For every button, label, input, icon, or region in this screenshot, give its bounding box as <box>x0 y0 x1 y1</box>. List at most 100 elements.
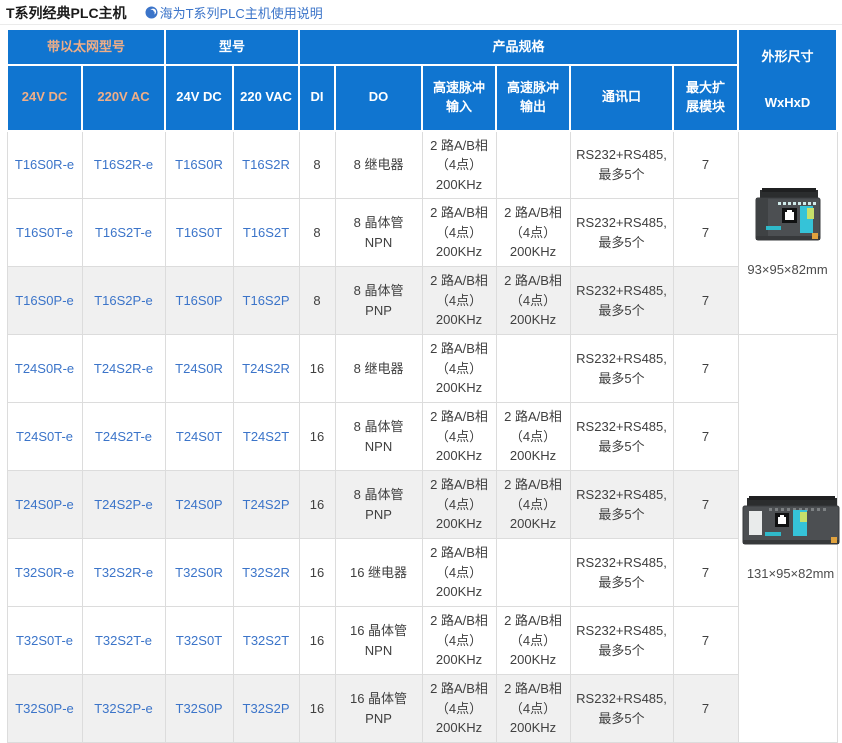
model-24vdc-e-cell: T16S0R-e <box>7 131 82 199</box>
model-link[interactable]: T24S2P-e <box>94 497 153 512</box>
model-link[interactable]: T24S0P <box>176 497 223 512</box>
model-220vac-cell: T32S2T <box>233 607 299 675</box>
hs-pulse-output-cell: 2 路A/B相 （4点） 200KHz <box>496 267 570 335</box>
di-cell: 8 <box>299 199 335 267</box>
model-link[interactable]: T16S2P-e <box>94 293 153 308</box>
model-link[interactable]: T16S0T-e <box>16 225 73 240</box>
col-220vac: 220 VAC <box>233 65 299 131</box>
model-24vdc-e-cell: T16S0P-e <box>7 267 82 335</box>
model-link[interactable]: T24S0R <box>175 361 223 376</box>
do-cell: 16 晶体管 PNP <box>335 675 422 743</box>
table-row: T24S0P-eT24S2P-eT24S0PT24S2P168 晶体管 PNP2… <box>7 471 837 539</box>
do-cell: 16 晶体管 NPN <box>335 607 422 675</box>
do-cell: 8 晶体管 PNP <box>335 471 422 539</box>
model-link[interactable]: T16S2T <box>243 225 289 240</box>
usage-guide-link[interactable]: 海为T系列PLC主机使用说明 <box>145 3 323 22</box>
comm-port-cell: RS232+RS485, 最多5个 <box>570 335 673 403</box>
model-link[interactable]: T16S2R <box>242 157 290 172</box>
usage-guide-label: 海为T系列PLC主机使用说明 <box>160 3 323 22</box>
max-expansion-cell: 7 <box>673 539 738 607</box>
model-link[interactable]: T32S2R-e <box>94 565 153 580</box>
page-title: T系列经典PLC主机 <box>6 3 127 23</box>
model-link[interactable]: T32S2T <box>243 633 289 648</box>
hs-pulse-output-cell <box>496 335 570 403</box>
model-220vac-e-cell: T16S2T-e <box>82 199 165 267</box>
max-expansion-cell: 7 <box>673 335 738 403</box>
model-link[interactable]: T32S0T <box>176 633 222 648</box>
model-24vdc-e-cell: T32S0P-e <box>7 675 82 743</box>
model-link[interactable]: T24S0T-e <box>16 429 73 444</box>
model-link[interactable]: T24S2P <box>243 497 290 512</box>
model-link[interactable]: T16S2R-e <box>94 157 153 172</box>
model-link[interactable]: T32S2P <box>243 701 290 716</box>
hs-pulse-output-cell: 2 路A/B相 （4点） 200KHz <box>496 403 570 471</box>
di-cell: 16 <box>299 675 335 743</box>
table-row: T32S0T-e T32S2T-e T32S0T T32S2T 1616 晶体管 NPN… <box>7 607 837 675</box>
hs-pulse-input-cell: 2 路A/B相 （4点） 200KHz <box>422 539 496 607</box>
table-row: T32S0P-e T32S2P-e T32S0P T32S2P 1616 晶体管 PNP… <box>7 675 837 743</box>
comm-port-cell: RS232+RS485, 最多5个 <box>570 539 673 607</box>
model-link[interactable]: T24S0P-e <box>15 497 74 512</box>
model-220vac-cell: T24S2T <box>233 403 299 471</box>
model-link[interactable]: T32S2T-e <box>95 633 152 648</box>
model-link[interactable]: T16S2P <box>243 293 290 308</box>
model-link[interactable]: T24S2R <box>242 361 290 376</box>
max-expansion-cell: 7 <box>673 131 738 199</box>
model-220vac-e-cell: T24S2R-e <box>82 335 165 403</box>
hs-pulse-output-cell <box>496 539 570 607</box>
model-24vdc-e-cell: T16S0T-e <box>7 199 82 267</box>
table-row: T16S0R-eT16S2R-eT16S0RT16S2R88 继电器2 路A/B… <box>7 131 837 199</box>
model-link[interactable]: T32S0P-e <box>15 701 74 716</box>
max-expansion-cell: 7 <box>673 267 738 335</box>
model-link[interactable]: T24S0R-e <box>15 361 74 376</box>
model-link[interactable]: T32S0R <box>175 565 223 580</box>
model-link[interactable]: T16S2T-e <box>95 225 152 240</box>
model-link[interactable]: T24S0T <box>176 429 222 444</box>
table-body: T16S0R-e T16S2R-e T16S0R T16S2R 88 继电器 2 路A/B… <box>7 131 837 743</box>
model-link[interactable]: T32S0P <box>176 701 223 716</box>
do-cell: 8 继电器 <box>335 131 422 199</box>
model-link[interactable]: T16S0R <box>175 157 223 172</box>
model-link[interactable]: T24S2T-e <box>95 429 152 444</box>
plc-large-image <box>741 542 841 557</box>
table-row: T24S0R-eT24S2R-eT24S0RT24S2R168 继电器2 路A/… <box>7 335 837 403</box>
comm-port-cell: RS232+RS485, 最多5个 <box>570 607 673 675</box>
header-col-row: 24V DC 220V AC 24V DC 220 VAC DI DO 高速脉冲… <box>7 65 837 131</box>
model-link[interactable]: T32S0T-e <box>16 633 73 648</box>
model-link[interactable]: T16S0R-e <box>15 157 74 172</box>
comm-port-cell: RS232+RS485, 最多5个 <box>570 471 673 539</box>
model-link[interactable]: T32S2P-e <box>94 701 153 716</box>
model-link[interactable]: T16S0P <box>176 293 223 308</box>
hs-pulse-output-cell: 2 路A/B相 （4点） 200KHz <box>496 471 570 539</box>
model-220vac-cell: T16S2P <box>233 267 299 335</box>
dimension-cell: 131×95×82mm <box>738 335 837 743</box>
header-dim-sub: WxHxD <box>739 95 836 111</box>
model-link[interactable]: T16S0P-e <box>15 293 74 308</box>
header-group-spec: 产品规格 <box>299 29 738 65</box>
model-24vdc-cell: T32S0P <box>165 675 233 743</box>
col-do: DO <box>335 65 422 131</box>
di-cell: 16 <box>299 607 335 675</box>
hs-pulse-input-cell: 2 路A/B相 （4点） 200KHz <box>422 403 496 471</box>
model-24vdc-cell: T32S0T <box>165 607 233 675</box>
model-link[interactable]: T24S2T <box>243 429 289 444</box>
comm-port-cell: RS232+RS485, 最多5个 <box>570 199 673 267</box>
di-cell: 16 <box>299 403 335 471</box>
max-expansion-cell: 7 <box>673 607 738 675</box>
model-link[interactable]: T24S2R-e <box>94 361 153 376</box>
model-220vac-e-cell: T24S2P-e <box>82 471 165 539</box>
topbar: T系列经典PLC主机 海为T系列PLC主机使用说明 <box>0 0 842 25</box>
table-row: T24S0T-eT24S2T-eT24S0TT24S2T168 晶体管 NPN2… <box>7 403 837 471</box>
model-24vdc-e-cell: T24S0T-e <box>7 403 82 471</box>
model-220vac-e-cell: T32S2R-e <box>82 539 165 607</box>
model-link[interactable]: T32S2R <box>242 565 290 580</box>
model-link[interactable]: T16S0T <box>176 225 222 240</box>
model-link[interactable]: T32S0R-e <box>15 565 74 580</box>
model-220vac-e-cell: T32S2P-e <box>82 675 165 743</box>
model-24vdc-cell: T24S0P <box>165 471 233 539</box>
do-cell: 8 晶体管 NPN <box>335 199 422 267</box>
hs-pulse-output-cell: 2 路A/B相 （4点） 200KHz <box>496 199 570 267</box>
col-hs-pulse-output: 高速脉冲 输出 <box>496 65 570 131</box>
hs-pulse-output-cell: 2 路A/B相 （4点） 200KHz <box>496 607 570 675</box>
di-cell: 16 <box>299 539 335 607</box>
